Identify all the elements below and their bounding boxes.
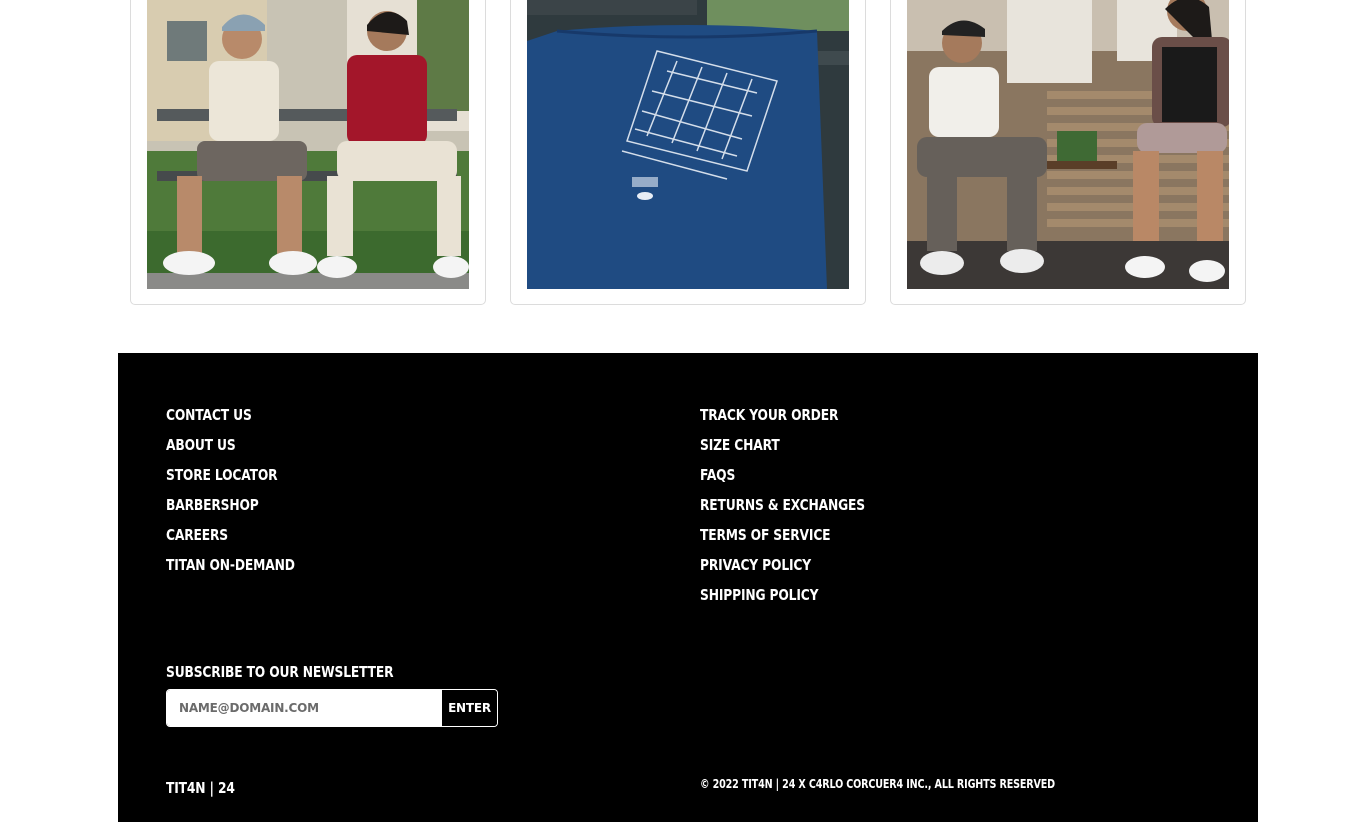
footer-link-item: FAQS — [700, 465, 901, 495]
terms-of-service-link[interactable]: TERMS OF SERVICE — [700, 525, 831, 545]
contact-us-link[interactable]: CONTACT US — [166, 405, 252, 425]
footer-link-item: TITAN ON-DEMAND — [166, 555, 323, 585]
product-card-2[interactable] — [510, 0, 866, 305]
footer-link-item: SHIPPING POLICY — [700, 585, 901, 615]
footer-link-item: SIZE CHART — [700, 435, 901, 465]
footer-links-right: TRACK YOUR ORDER SIZE CHART FAQS RETURNS… — [700, 405, 901, 615]
footer-link-item: PRIVACY POLICY — [700, 555, 901, 585]
product-photo-two-people-on-bench[interactable] — [147, 0, 469, 289]
track-your-order-link[interactable]: TRACK YOUR ORDER — [700, 405, 838, 425]
footer-brand: TIT4N | 24 — [166, 779, 235, 797]
footer-link-item: ABOUT US — [166, 435, 323, 465]
product-photo-blue-tshirt-back[interactable] — [527, 0, 849, 289]
barbershop-link[interactable]: BARBERSHOP — [166, 495, 259, 515]
careers-link[interactable]: CAREERS — [166, 525, 228, 545]
about-us-link[interactable]: ABOUT US — [166, 435, 236, 455]
returns-exchanges-link[interactable]: RETURNS & EXCHANGES — [700, 495, 865, 515]
faqs-link[interactable]: FAQS — [700, 465, 735, 485]
store-locator-link[interactable]: STORE LOCATOR — [166, 465, 278, 485]
footer-link-item: RETURNS & EXCHANGES — [700, 495, 901, 525]
footer-link-item: STORE LOCATOR — [166, 465, 323, 495]
site-footer: CONTACT US ABOUT US STORE LOCATOR BARBER… — [118, 353, 1258, 822]
product-card-3[interactable] — [890, 0, 1246, 305]
footer-link-item: CONTACT US — [166, 405, 323, 435]
footer-link-item: TRACK YOUR ORDER — [700, 405, 901, 435]
product-card-1[interactable] — [130, 0, 486, 305]
footer-links-left: CONTACT US ABOUT US STORE LOCATOR BARBER… — [166, 405, 323, 585]
newsletter-title: SUBSCRIBE TO OUR NEWSLETTER — [166, 663, 394, 681]
footer-link-item: CAREERS — [166, 525, 323, 555]
footer-link-item: TERMS OF SERVICE — [700, 525, 901, 555]
copyright-text: © 2022 TIT4N | 24 X C4RLO CORCUER4 INC.,… — [700, 777, 1055, 791]
newsletter-form: ENTER — [166, 689, 498, 727]
newsletter-enter-button[interactable]: ENTER — [441, 690, 497, 726]
footer-link-item: BARBERSHOP — [166, 495, 323, 525]
newsletter-email-input[interactable] — [167, 690, 441, 726]
titan-on-demand-link[interactable]: TITAN ON-DEMAND — [166, 555, 295, 575]
privacy-policy-link[interactable]: PRIVACY POLICY — [700, 555, 811, 575]
shipping-policy-link[interactable]: SHIPPING POLICY — [700, 585, 819, 605]
size-chart-link[interactable]: SIZE CHART — [700, 435, 780, 455]
product-photo-two-people-seated-indoors[interactable] — [907, 0, 1229, 289]
